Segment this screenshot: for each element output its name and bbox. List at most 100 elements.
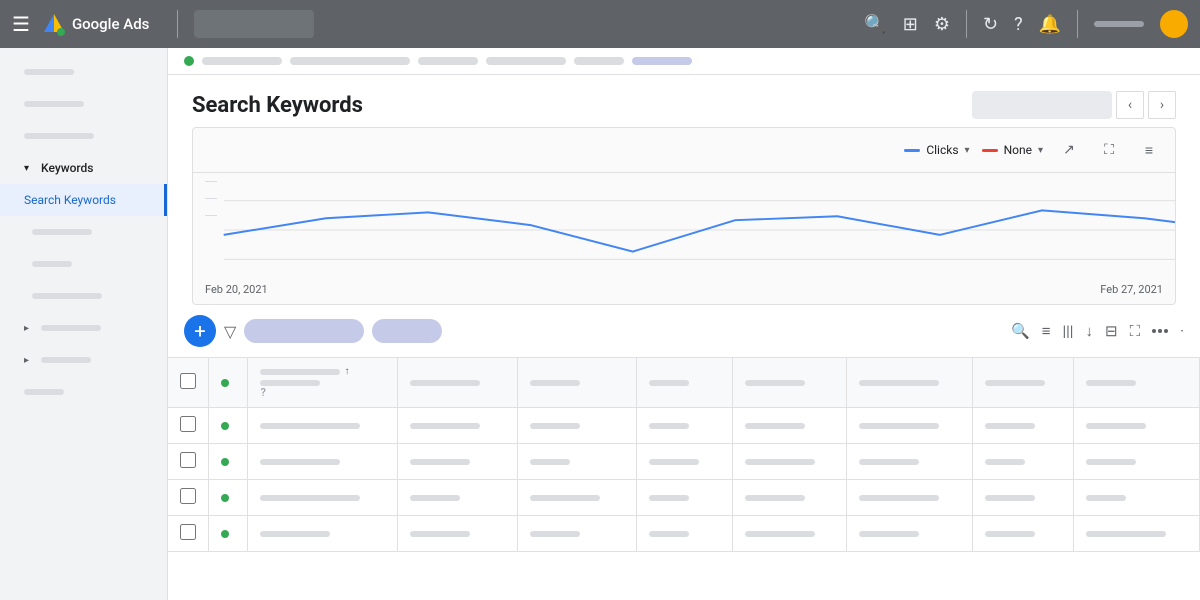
tools-icon[interactable]: ⚙	[934, 14, 950, 35]
next-date-button[interactable]: ›	[1148, 91, 1176, 119]
td-col2	[398, 444, 518, 480]
chart-metric-none[interactable]: None ▾	[982, 143, 1043, 157]
td-checkbox	[168, 444, 209, 480]
status-dot	[221, 422, 229, 430]
td-col3	[517, 480, 637, 516]
download-icon[interactable]: ↓	[1085, 322, 1093, 340]
sidebar-item-2[interactable]	[0, 88, 167, 120]
row-checkbox[interactable]	[180, 452, 196, 468]
td-col8	[1074, 444, 1200, 480]
close-icon[interactable]: ·	[1180, 322, 1184, 340]
date-range-selector[interactable]	[972, 91, 1112, 119]
select-all-checkbox[interactable]	[180, 373, 196, 389]
settings-icon[interactable]: ≡	[1135, 136, 1163, 164]
cell-bar	[1086, 423, 1146, 429]
sidebar-bar	[24, 69, 74, 75]
th-col5[interactable]	[733, 358, 847, 408]
cell-bar	[985, 423, 1035, 429]
search-icon[interactable]: 🔍	[864, 14, 886, 35]
line-chart	[193, 181, 1175, 279]
sidebar-item-11[interactable]	[0, 376, 167, 408]
status-indicator	[221, 379, 229, 387]
sidebar-bar	[32, 261, 72, 267]
menu-icon[interactable]: ☰	[12, 12, 30, 36]
chevron-down-icon: ▾	[1038, 145, 1043, 156]
help-icon[interactable]: ?	[260, 386, 265, 399]
report-icon[interactable]: ⊟	[1105, 322, 1118, 340]
th-col8[interactable]	[1074, 358, 1200, 408]
filter-pill-2[interactable]	[372, 319, 442, 343]
cell-bar	[1086, 459, 1136, 465]
columns-icon[interactable]: ≡	[1042, 322, 1051, 340]
sidebar-bar	[41, 357, 91, 363]
filter-pill-1[interactable]	[244, 319, 364, 343]
col-header-bar	[745, 380, 805, 386]
th-keyword[interactable]: ↑ ?	[248, 358, 398, 408]
breadcrumb-item	[418, 57, 478, 65]
td-col3	[517, 444, 637, 480]
chevron-down-icon: ▾	[24, 163, 29, 174]
chart-metric-clicks[interactable]: Clicks ▾	[904, 143, 969, 157]
nav-search-bar[interactable]	[194, 10, 314, 38]
td-col2	[398, 516, 518, 552]
sidebar-item-1[interactable]	[0, 56, 167, 88]
cell-bar	[859, 459, 919, 465]
fullscreen-icon[interactable]: ⛶	[1095, 136, 1123, 164]
more-options-icon[interactable]	[1152, 329, 1168, 333]
page-title: Search Keywords	[192, 93, 363, 118]
cell-bar	[530, 423, 580, 429]
th-col6[interactable]	[846, 358, 972, 408]
sidebar-item-7[interactable]	[0, 248, 167, 280]
chevron-right-icon: ▸	[24, 355, 29, 366]
th-col7[interactable]	[972, 358, 1074, 408]
td-keyword	[248, 480, 398, 516]
filter-icon[interactable]: ▽	[224, 322, 236, 341]
prev-date-button[interactable]: ‹	[1116, 91, 1144, 119]
sidebar-item-8[interactable]	[0, 280, 167, 312]
account-name-bar	[1094, 21, 1144, 27]
sidebar-item-9[interactable]: ▸	[0, 312, 167, 344]
th-col3[interactable]	[517, 358, 637, 408]
refresh-icon[interactable]: ↻	[983, 14, 998, 35]
cell-bar	[649, 423, 689, 429]
help-icon[interactable]: ?	[1014, 14, 1023, 35]
trend-icon[interactable]: ↗	[1055, 136, 1083, 164]
search-icon[interactable]: 🔍	[1011, 322, 1030, 340]
grid-icon[interactable]: ⊞	[903, 14, 918, 35]
sidebar-item-6[interactable]	[0, 216, 167, 248]
chart-date-start: Feb 20, 2021	[205, 283, 268, 296]
cell-bar	[530, 495, 600, 501]
col-header-bar	[410, 380, 480, 386]
chevron-right-icon: ▸	[24, 323, 29, 334]
add-button[interactable]: +	[184, 315, 216, 347]
toolbar-action-icons: 🔍 ≡ ||| ↓ ⊟ ⛶ ·	[1011, 322, 1184, 340]
sidebar-bar	[24, 101, 84, 107]
notification-icon[interactable]: 🔔	[1039, 14, 1061, 35]
td-keyword	[248, 444, 398, 480]
td-status	[209, 408, 248, 444]
sidebar-item-search-keywords[interactable]: Search Keywords	[0, 184, 167, 216]
col-header-bar	[859, 380, 939, 386]
th-col4[interactable]	[637, 358, 733, 408]
chart-bar-icon[interactable]: |||	[1062, 322, 1073, 340]
row-checkbox[interactable]	[180, 416, 196, 432]
sidebar-item-3[interactable]	[0, 120, 167, 152]
page-header: Search Keywords ‹ ›	[168, 75, 1200, 127]
cell-bar	[745, 495, 805, 501]
main-layout: ▾ Keywords Search Keywords ▸ ▸	[0, 48, 1200, 600]
sidebar-item-10[interactable]: ▸	[0, 344, 167, 376]
avatar[interactable]	[1160, 10, 1188, 38]
td-col6	[846, 480, 972, 516]
expand-icon[interactable]: ⛶	[1130, 322, 1141, 340]
cell-bar	[1086, 531, 1166, 537]
status-dot	[184, 56, 194, 66]
row-checkbox[interactable]	[180, 488, 196, 504]
col-header-bar	[1086, 380, 1136, 386]
chart-date-end: Feb 27, 2021	[1100, 283, 1163, 296]
row-checkbox[interactable]	[180, 524, 196, 540]
chart-svg-area	[193, 173, 1175, 283]
th-col2[interactable]	[398, 358, 518, 408]
cell-bar	[745, 423, 805, 429]
sidebar-bar	[41, 325, 101, 331]
sidebar-bar	[32, 293, 102, 299]
